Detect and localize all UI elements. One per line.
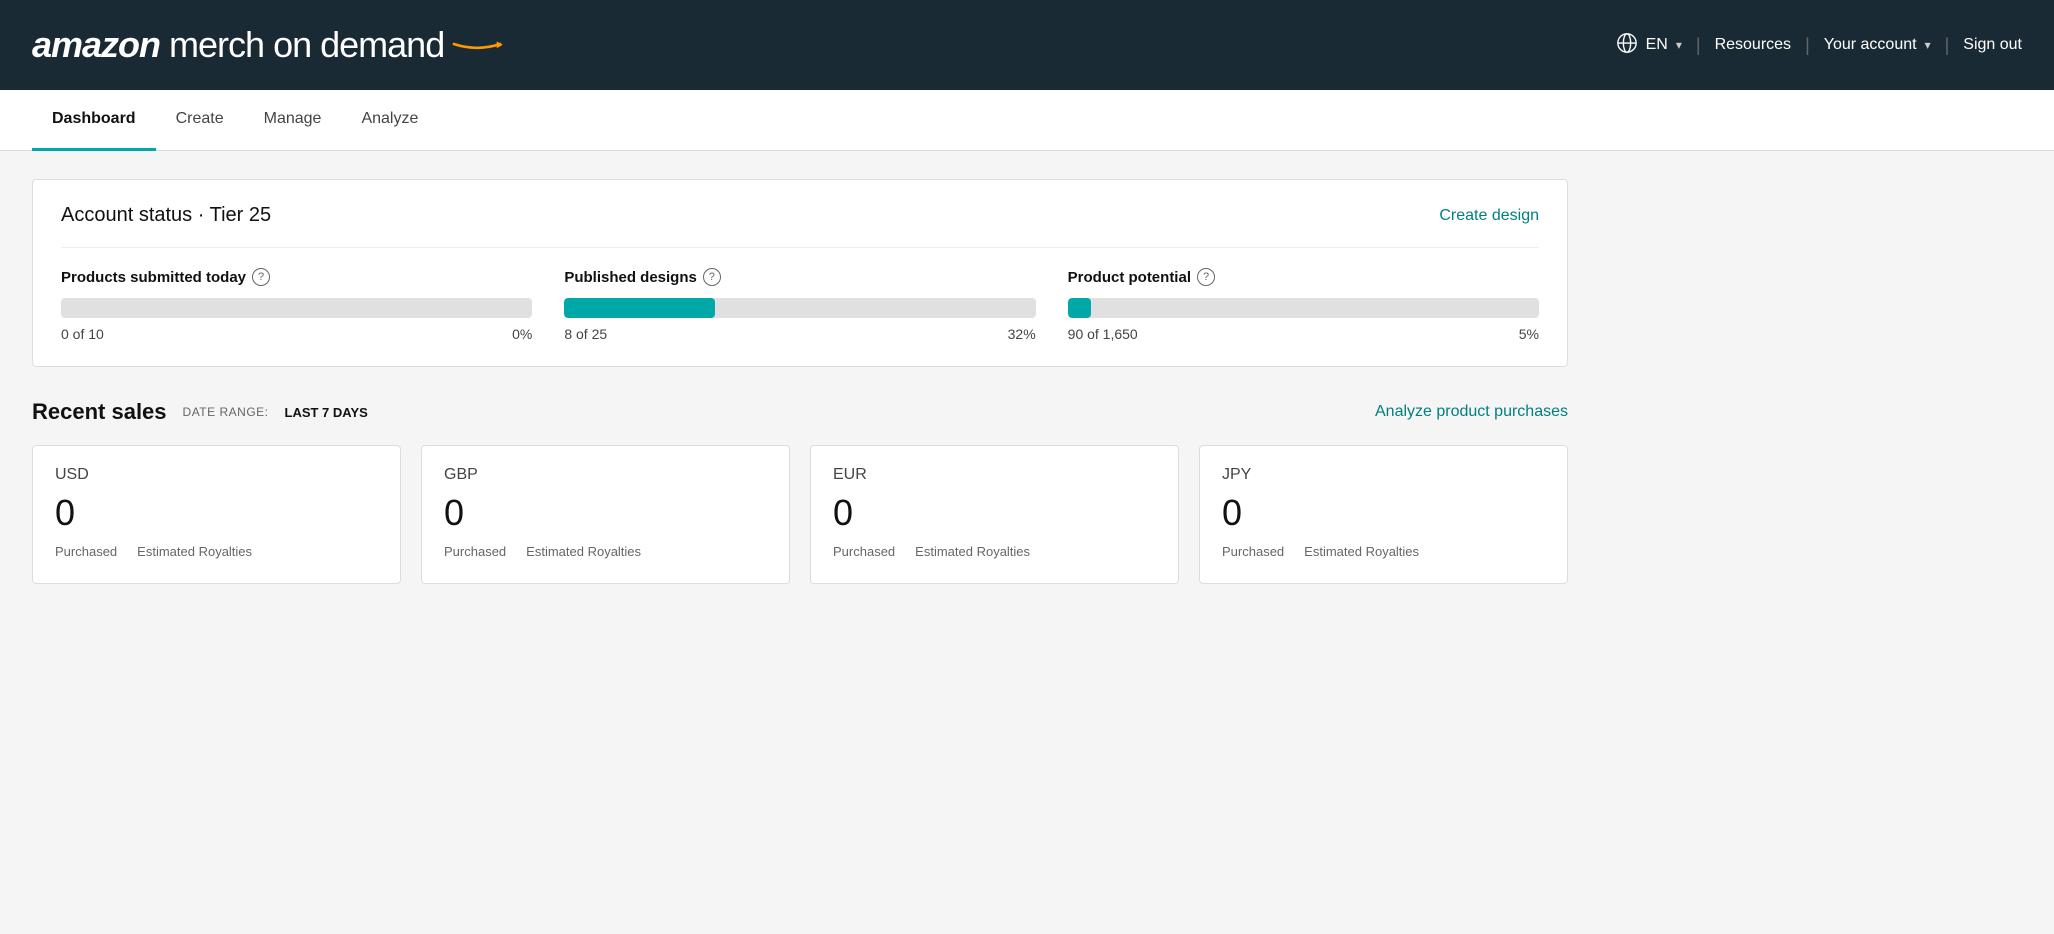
products-submitted-progress-info: 0 of 10 0% bbox=[61, 326, 532, 342]
currency-card-eur: EUR 0 Purchased Estimated Royalties bbox=[810, 445, 1179, 584]
jpy-purchased-label: Purchased bbox=[1222, 544, 1284, 559]
metric-product-potential: Product potential ? 90 of 1,650 5% bbox=[1068, 268, 1539, 342]
tab-create[interactable]: Create bbox=[156, 90, 244, 151]
currency-code-jpy: JPY bbox=[1222, 466, 1545, 484]
create-design-link[interactable]: Create design bbox=[1439, 207, 1539, 225]
language-chevron-icon[interactable]: ▾ bbox=[1676, 38, 1682, 52]
resources-link[interactable]: Resources bbox=[1715, 36, 1791, 54]
metric-published-designs-label: Published designs ? bbox=[564, 268, 1035, 286]
usd-royalties-label: Estimated Royalties bbox=[137, 544, 252, 559]
main-content: Account status · Tier 25 Create design P… bbox=[0, 151, 1600, 612]
globe-icon bbox=[1616, 32, 1638, 59]
currency-card-usd: USD 0 Purchased Estimated Royalties bbox=[32, 445, 401, 584]
logo-text: amazon merch on demand bbox=[32, 24, 444, 66]
products-submitted-current: 0 of 10 bbox=[61, 326, 104, 342]
amazon-smile-icon bbox=[450, 38, 504, 50]
eur-purchased-label: Purchased bbox=[833, 544, 895, 559]
gbp-royalties-label: Estimated Royalties bbox=[526, 544, 641, 559]
language-label[interactable]: EN bbox=[1646, 36, 1668, 54]
account-status-card: Account status · Tier 25 Create design P… bbox=[32, 179, 1568, 367]
tab-analyze[interactable]: Analyze bbox=[341, 90, 438, 151]
usd-purchased-label: Purchased bbox=[55, 544, 117, 559]
gbp-purchased-label: Purchased bbox=[444, 544, 506, 559]
currency-value-usd: 0 bbox=[55, 492, 378, 534]
published-designs-current: 8 of 25 bbox=[564, 326, 607, 342]
product-potential-progress-bar bbox=[1068, 298, 1539, 318]
metric-product-potential-label: Product potential ? bbox=[1068, 268, 1539, 286]
separator-2: | bbox=[1805, 35, 1810, 56]
currency-value-eur: 0 bbox=[833, 492, 1156, 534]
account-status-header: Account status · Tier 25 Create design bbox=[61, 204, 1539, 227]
product-potential-progress-fill bbox=[1068, 298, 1092, 318]
published-designs-progress-info: 8 of 25 32% bbox=[564, 326, 1035, 342]
metric-products-submitted-label: Products submitted today ? bbox=[61, 268, 532, 286]
eur-royalties-label: Estimated Royalties bbox=[915, 544, 1030, 559]
currency-value-gbp: 0 bbox=[444, 492, 767, 534]
analyze-product-purchases-link[interactable]: Analyze product purchases bbox=[1375, 403, 1568, 421]
tab-dashboard[interactable]: Dashboard bbox=[32, 90, 156, 151]
recent-sales-title: Recent sales bbox=[32, 399, 167, 425]
separator-3: | bbox=[1945, 35, 1950, 56]
recent-sales-left: Recent sales DATE RANGE: LAST 7 DAYS bbox=[32, 399, 368, 425]
date-range-value: LAST 7 DAYS bbox=[285, 405, 368, 420]
currency-card-jpy: JPY 0 Purchased Estimated Royalties bbox=[1199, 445, 1568, 584]
sign-out-link[interactable]: Sign out bbox=[1963, 36, 2022, 54]
recent-sales-header: Recent sales DATE RANGE: LAST 7 DAYS Ana… bbox=[32, 399, 1568, 425]
metrics-row: Products submitted today ? 0 of 10 0% Pu… bbox=[61, 247, 1539, 342]
products-submitted-progress-bar bbox=[61, 298, 532, 318]
product-potential-current: 90 of 1,650 bbox=[1068, 326, 1138, 342]
products-submitted-help-icon[interactable]: ? bbox=[252, 268, 270, 286]
tab-manage[interactable]: Manage bbox=[244, 90, 342, 151]
currency-subrow-gbp: Purchased Estimated Royalties bbox=[444, 544, 767, 559]
logo: amazon merch on demand bbox=[32, 24, 504, 66]
products-submitted-percent: 0% bbox=[512, 326, 532, 342]
date-range-label: DATE RANGE: bbox=[183, 405, 269, 419]
product-potential-help-icon[interactable]: ? bbox=[1197, 268, 1215, 286]
published-designs-progress-bar bbox=[564, 298, 1035, 318]
your-account-link[interactable]: Your account bbox=[1824, 36, 1917, 54]
header-nav: EN ▾ | Resources | Your account ▾ | Sign… bbox=[1616, 32, 2022, 59]
published-designs-percent: 32% bbox=[1008, 326, 1036, 342]
currency-code-usd: USD bbox=[55, 466, 378, 484]
currency-code-eur: EUR bbox=[833, 466, 1156, 484]
jpy-royalties-label: Estimated Royalties bbox=[1304, 544, 1419, 559]
product-potential-progress-info: 90 of 1,650 5% bbox=[1068, 326, 1539, 342]
published-designs-help-icon[interactable]: ? bbox=[703, 268, 721, 286]
account-status-title: Account status · Tier 25 bbox=[61, 204, 271, 227]
currency-subrow-jpy: Purchased Estimated Royalties bbox=[1222, 544, 1545, 559]
product-potential-percent: 5% bbox=[1519, 326, 1539, 342]
header: amazon merch on demand EN ▾ | Resources … bbox=[0, 0, 2054, 90]
currency-subrow-eur: Purchased Estimated Royalties bbox=[833, 544, 1156, 559]
currency-card-gbp: GBP 0 Purchased Estimated Royalties bbox=[421, 445, 790, 584]
separator-1: | bbox=[1696, 35, 1701, 56]
metric-published-designs: Published designs ? 8 of 25 32% bbox=[564, 268, 1035, 342]
currency-cards: USD 0 Purchased Estimated Royalties GBP … bbox=[32, 445, 1568, 584]
main-nav: Dashboard Create Manage Analyze bbox=[0, 90, 2054, 151]
recent-sales-section: Recent sales DATE RANGE: LAST 7 DAYS Ana… bbox=[32, 399, 1568, 584]
currency-value-jpy: 0 bbox=[1222, 492, 1545, 534]
your-account-chevron-icon[interactable]: ▾ bbox=[1925, 38, 1931, 52]
metric-products-submitted: Products submitted today ? 0 of 10 0% bbox=[61, 268, 532, 342]
currency-subrow-usd: Purchased Estimated Royalties bbox=[55, 544, 378, 559]
published-designs-progress-fill bbox=[564, 298, 715, 318]
currency-code-gbp: GBP bbox=[444, 466, 767, 484]
